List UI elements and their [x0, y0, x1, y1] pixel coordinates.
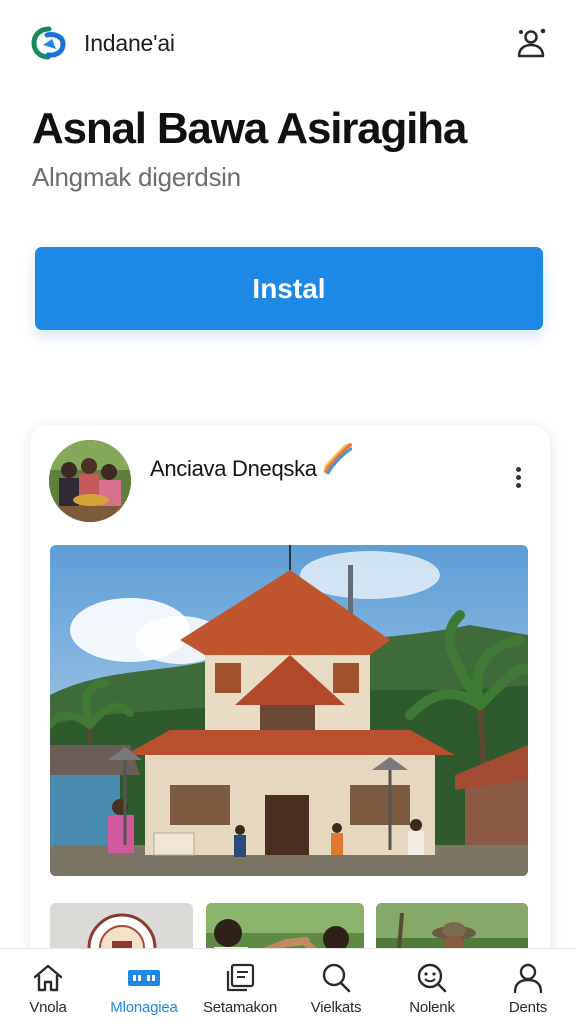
post-image[interactable]	[50, 545, 528, 876]
nav-label-profile: Dents	[508, 999, 548, 1016]
grid-icon	[128, 970, 160, 986]
page-title: Asnal Bawa Asiragiha	[32, 104, 467, 153]
traditional-house-photo	[50, 545, 528, 876]
app-screen: Indane'ai Asnal Bawa Asiragiha Alngmak d…	[0, 0, 576, 1024]
discover-icon	[417, 963, 447, 993]
app-logo-icon[interactable]	[30, 25, 68, 61]
install-button[interactable]: Instal	[35, 247, 543, 330]
home-icon	[33, 964, 63, 992]
bottom-navigation: Vnola Mlonagiea Setamakon Vielkats Nolen…	[0, 948, 576, 1024]
nav-label-cards: Setamakon	[202, 999, 278, 1016]
nav-item-discover[interactable]: Nolenk	[384, 949, 480, 1024]
avatar[interactable]	[49, 440, 131, 522]
profile-icon	[513, 963, 543, 994]
search-icon	[322, 963, 351, 993]
nav-item-grid[interactable]: Mlonagiea	[96, 949, 192, 1024]
post-card: Anciava Dneqska	[30, 425, 550, 985]
people-icon[interactable]	[514, 24, 550, 62]
nav-item-home[interactable]: Vnola	[0, 949, 96, 1024]
more-vertical-icon[interactable]	[504, 459, 532, 495]
app-name: Indane'ai	[84, 30, 175, 56]
page-subtitle: Alngmak digerdsin	[32, 162, 241, 192]
avatar-photo-icon	[49, 440, 131, 522]
post-author-name[interactable]: Anciava Dneqska	[150, 456, 317, 482]
nav-item-search[interactable]: Vielkats	[288, 949, 384, 1024]
nav-label-search: Vielkats	[310, 999, 362, 1016]
nav-label-home: Vnola	[29, 999, 67, 1016]
nav-item-profile[interactable]: Dents	[480, 949, 576, 1024]
top-bar: Indane'ai	[0, 0, 576, 88]
nav-item-cards[interactable]: Setamakon	[192, 949, 288, 1024]
nav-label-grid: Mlonagiea	[110, 999, 178, 1016]
flag-icon	[324, 443, 352, 475]
cards-icon	[226, 963, 255, 992]
nav-label-discover: Nolenk	[409, 999, 455, 1016]
